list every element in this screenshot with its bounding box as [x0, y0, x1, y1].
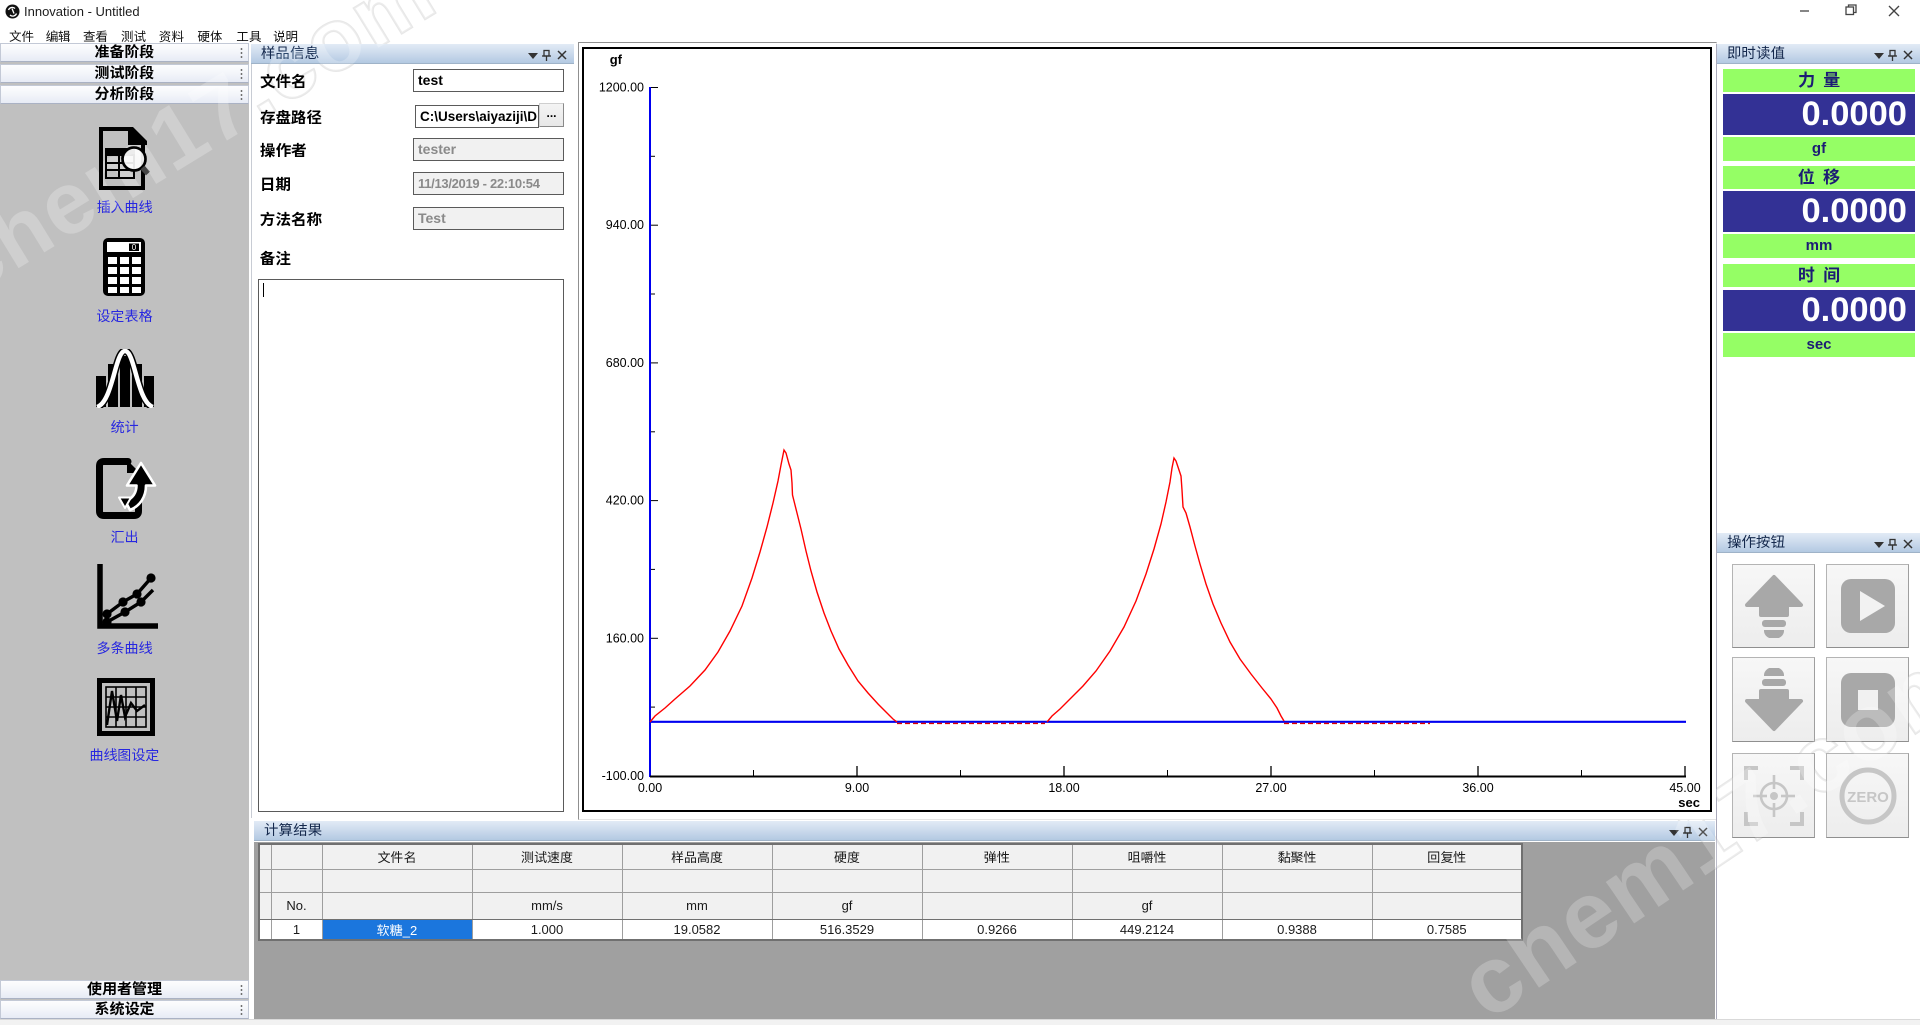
svg-text:sec: sec — [1678, 795, 1700, 810]
svg-text:680.00: 680.00 — [606, 356, 644, 370]
svg-text:9.00: 9.00 — [845, 781, 869, 795]
svg-text:160.00: 160.00 — [606, 631, 644, 645]
svg-text:0: 0 — [132, 243, 137, 252]
svg-text:940.00: 940.00 — [606, 218, 644, 232]
svg-text:27.00: 27.00 — [1255, 781, 1286, 795]
svg-text:45.00: 45.00 — [1669, 781, 1700, 795]
svg-text:gf: gf — [610, 52, 623, 67]
svg-text:1200.00: 1200.00 — [599, 81, 644, 95]
svg-text:36.00: 36.00 — [1462, 781, 1493, 795]
svg-text:18.00: 18.00 — [1048, 781, 1079, 795]
svg-text:420.00: 420.00 — [606, 494, 644, 508]
svg-text:0.00: 0.00 — [638, 781, 662, 795]
svg-text:ZERO: ZERO — [1847, 789, 1889, 806]
